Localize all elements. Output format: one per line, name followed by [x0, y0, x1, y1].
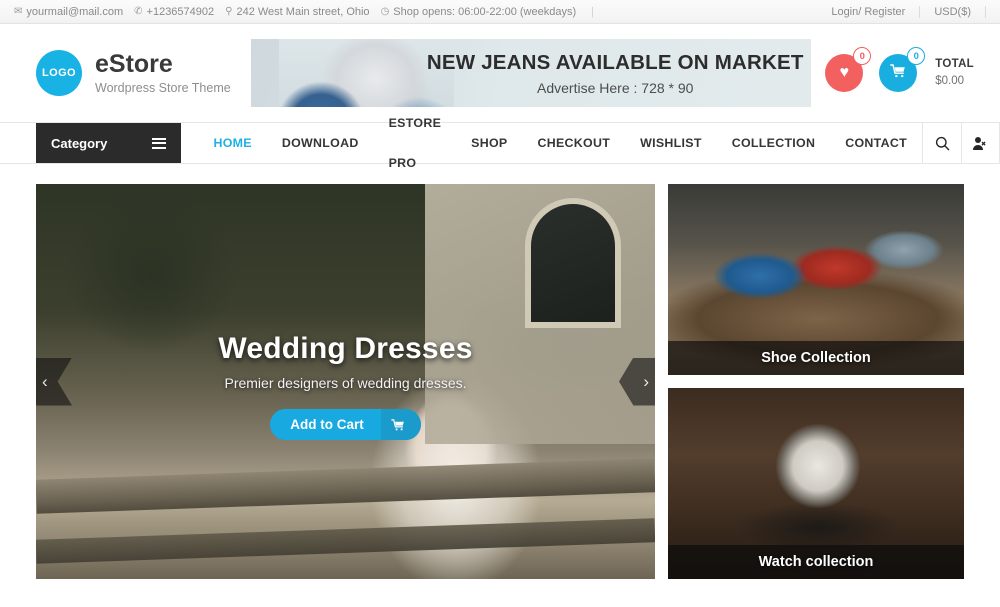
nav-links: HOME DOWNLOAD ESTORE PRO SHOP CHECKOUT W…	[199, 116, 923, 170]
brand-name: eStore	[95, 50, 173, 79]
nav-item-download[interactable]: DOWNLOAD	[267, 123, 374, 163]
hero-subtitle: Premier designers of wedding dresses.	[224, 375, 467, 391]
wishlist-count-badge: 0	[853, 47, 872, 65]
user-logged-out-icon[interactable]	[961, 123, 1000, 163]
nav-item-home[interactable]: HOME	[199, 123, 267, 163]
hours-text: Shop opens: 06:00-22:00 (weekdays)	[393, 5, 577, 18]
mail-icon: ✉	[14, 6, 23, 17]
cart-count-badge: 0	[907, 47, 926, 65]
promo-card-shoes[interactable]: Shoe Collection	[668, 184, 964, 375]
address-info: ⚲ 242 West Main street, Ohio	[225, 6, 369, 18]
total-value: $0.00	[935, 75, 965, 87]
main-content: Wedding Dresses Premier designers of wed…	[0, 164, 1000, 579]
phone-text: +1236574902	[146, 5, 215, 18]
banner-title: NEW JEANS AVAILABLE ON MARKET	[426, 50, 804, 74]
brand-text-block: eStore Wordpress Store Theme	[95, 50, 231, 95]
category-label: Category	[51, 135, 108, 151]
hours-info: ◷ Shop opens: 06:00-22:00 (weekdays)	[381, 6, 577, 18]
advertisement-banner[interactable]: NEW JEANS AVAILABLE ON MARKET Advertise …	[251, 39, 812, 107]
total-label: TOTAL	[935, 58, 974, 71]
brand-tagline: Wordpress Store Theme	[95, 80, 231, 95]
hamburger-icon	[151, 137, 166, 149]
nav-item-collection[interactable]: COLLECTION	[717, 123, 831, 163]
clock-icon: ◷	[380, 6, 390, 17]
header-actions: ♥ 0 0 TOTAL $0.00	[811, 47, 974, 92]
nav-item-contact[interactable]: CONTACT	[830, 123, 922, 163]
logo-mark: LOGO	[36, 50, 82, 96]
add-to-cart-label: Add to Cart	[290, 417, 364, 432]
email-info[interactable]: ✉ yourmail@mail.com	[14, 6, 123, 18]
top-info-bar: ✉ yourmail@mail.com ✆ +1236574902 ⚲ 242 …	[0, 0, 1000, 24]
promo-card-watch[interactable]: Watch collection	[668, 388, 964, 579]
cart-total-block: TOTAL $0.00	[935, 56, 974, 89]
shopping-cart-icon	[890, 64, 906, 82]
top-contact-group: ✉ yourmail@mail.com ✆ +1236574902 ⚲ 242 …	[14, 6, 817, 18]
main-navigation-bar: Category HOME DOWNLOAD ESTORE PRO SHOP C…	[0, 116, 1000, 170]
heart-icon: ♥	[839, 64, 849, 81]
phone-info[interactable]: ✆ +1236574902	[134, 6, 214, 18]
email-text: yourmail@mail.com	[26, 5, 124, 18]
topbar-divider: |	[591, 5, 594, 18]
nav-item-estore-pro[interactable]: ESTORE PRO	[374, 103, 457, 183]
nav-item-shop[interactable]: SHOP	[456, 123, 522, 163]
location-pin-icon: ⚲	[225, 6, 233, 17]
promo-label-watch: Watch collection	[668, 545, 964, 579]
hero-slider[interactable]: Wedding Dresses Premier designers of wed…	[36, 184, 655, 579]
cart-button[interactable]: 0	[879, 47, 926, 92]
hero-add-to-cart-button[interactable]: Add to Cart	[270, 409, 421, 440]
wishlist-button[interactable]: ♥ 0	[825, 47, 872, 92]
search-icon[interactable]	[922, 123, 961, 163]
nav-item-checkout[interactable]: CHECKOUT	[522, 123, 625, 163]
phone-icon: ✆	[134, 6, 143, 17]
login-register-link[interactable]: Login/ Register	[817, 6, 919, 18]
currency-selector[interactable]: USD($)	[919, 5, 986, 18]
nav-item-wishlist[interactable]: WISHLIST	[625, 123, 717, 163]
brand-logo-block[interactable]: LOGO eStore Wordpress Store Theme	[36, 50, 241, 96]
banner-subtitle: Advertise Here : 728 * 90	[537, 79, 694, 96]
promo-label-shoes: Shoe Collection	[668, 341, 964, 375]
category-menu-button[interactable]: Category	[36, 123, 181, 163]
hero-caption: Wedding Dresses Premier designers of wed…	[36, 332, 655, 440]
banner-text-block: NEW JEANS AVAILABLE ON MARKET Advertise …	[425, 51, 805, 96]
nav-icon-group	[922, 123, 1000, 163]
hero-title: Wedding Dresses	[218, 332, 473, 365]
top-account-group: Login/ Register USD($)	[817, 5, 986, 18]
hero-window-detail	[525, 198, 621, 328]
address-text: 242 West Main street, Ohio	[236, 5, 370, 18]
cart-icon	[380, 409, 421, 440]
site-header: LOGO eStore Wordpress Store Theme NEW JE…	[0, 24, 1000, 122]
promo-column: Shoe Collection Watch collection	[668, 184, 964, 579]
